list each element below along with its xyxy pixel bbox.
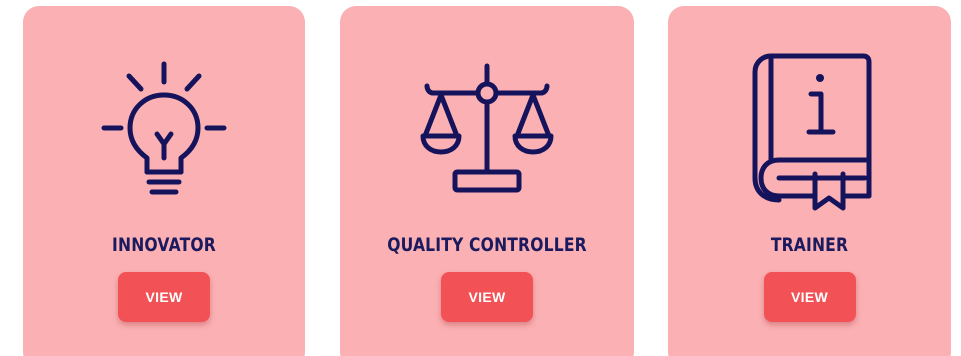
card-trainer: TRAINER VIEW [668, 6, 951, 356]
view-quality-controller-button[interactable]: VIEW [441, 272, 533, 322]
card-quality-controller: QUALITY CONTROLLER VIEW [340, 6, 634, 356]
view-trainer-button[interactable]: VIEW [763, 272, 856, 322]
card-title: INNOVATOR [112, 234, 216, 256]
card-title: TRAINER [770, 234, 849, 256]
lightbulb-icon [23, 46, 305, 216]
card-title: QUALITY CONTROLLER [387, 234, 587, 256]
scales-icon [340, 46, 634, 216]
view-innovator-button[interactable]: VIEW [118, 272, 210, 322]
card-innovator: INNOVATOR VIEW [23, 6, 305, 356]
info-book-icon [668, 46, 951, 216]
role-cards-grid: INNOVATOR VIEW QUALITY CONTROLLER VIEW T… [0, 0, 961, 356]
